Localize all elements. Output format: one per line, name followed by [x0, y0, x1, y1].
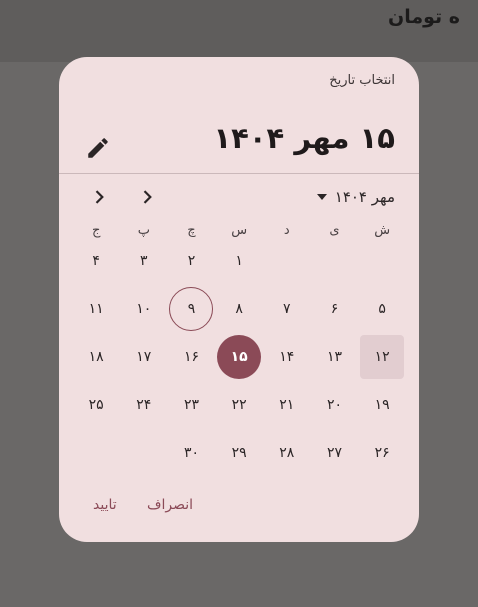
date-picker-dialog: انتخاب تاریخ ۱۵ مهر ۱۴۰۴ مهر ۱۴۰۴ شیدسچپ…	[59, 57, 419, 542]
day-cell[interactable]: ۴	[74, 239, 118, 283]
day-cell-focused[interactable]: ۱۲	[360, 335, 405, 379]
day-cell[interactable]: ۲۹	[217, 431, 261, 475]
day-cell[interactable]: ۲۴	[122, 383, 166, 427]
day-cell[interactable]: ۱	[217, 239, 261, 283]
caret-down-icon	[316, 194, 327, 200]
day-cell[interactable]: ۱۳	[312, 335, 356, 379]
day-cell[interactable]: ۲۶	[360, 431, 404, 475]
month-year-dropdown[interactable]: مهر ۱۴۰۴	[316, 186, 395, 208]
day-cell[interactable]: ۲۱	[265, 383, 309, 427]
dialog-heading: انتخاب تاریخ	[329, 73, 395, 88]
day-cell[interactable]: ۸	[217, 287, 261, 331]
day-cell-today[interactable]: ۹	[169, 287, 214, 331]
day-cell-selected[interactable]: ۱۵	[217, 335, 262, 379]
day-cell[interactable]: ۲۷	[312, 431, 356, 475]
day-cell[interactable]: ۳	[122, 239, 166, 283]
day-cell[interactable]: ۲	[169, 239, 213, 283]
pencil-icon	[88, 138, 108, 158]
cancel-button[interactable]: انصراف	[147, 497, 193, 513]
day-cell[interactable]: ۱۹	[360, 383, 404, 427]
day-cell[interactable]: ۱۶	[169, 335, 213, 379]
day-cell[interactable]: ۲۵	[74, 383, 118, 427]
chevron-right-icon	[143, 190, 152, 204]
app-bar: ه تومان	[0, 0, 478, 62]
day-cell[interactable]: ۲۸	[265, 431, 309, 475]
day-cell[interactable]: ۱۴	[265, 335, 309, 379]
day-cell[interactable]: ۱۷	[122, 335, 166, 379]
day-cell[interactable]: ۲۳	[169, 383, 213, 427]
next-month-button[interactable]	[137, 187, 157, 207]
previous-month-button[interactable]	[89, 187, 109, 207]
day-grid: ۱ ۲ ۳ ۴ ۵ ۶ ۷ ۸ ۹ ۱۰ ۱۱ ۱۲ ۱۳ ۱۴ ۱۵ ۱۶ ۱۷ ۱۸ ۱۹ ۲۰ ۲۱ ۲۲ ۲۳ ۲۴ ۲…	[72, 237, 406, 477]
day-cell[interactable]: ۱۱	[74, 287, 118, 331]
month-year-label: مهر ۱۴۰۴	[334, 188, 395, 206]
day-cell[interactable]: ۵	[360, 287, 404, 331]
chevron-left-icon	[95, 190, 104, 204]
day-cell[interactable]: ۶	[312, 287, 356, 331]
ok-button[interactable]: تایید	[93, 497, 117, 513]
day-cell[interactable]: ۷	[265, 287, 309, 331]
selected-date-headline: ۱۵ مهر ۱۴۰۴	[213, 121, 395, 155]
header-divider	[59, 173, 419, 174]
day-cell[interactable]: ۲۲	[217, 383, 261, 427]
day-cell[interactable]: ۲۰	[312, 383, 356, 427]
dialog-actions: تایید انصراف	[59, 497, 419, 521]
edit-date-button[interactable]	[85, 135, 111, 161]
day-cell[interactable]: ۱۰	[122, 287, 166, 331]
app-bar-title: ه تومان	[388, 6, 460, 28]
day-cell[interactable]: ۱۸	[74, 335, 118, 379]
day-cell[interactable]: ۳۰	[169, 431, 213, 475]
